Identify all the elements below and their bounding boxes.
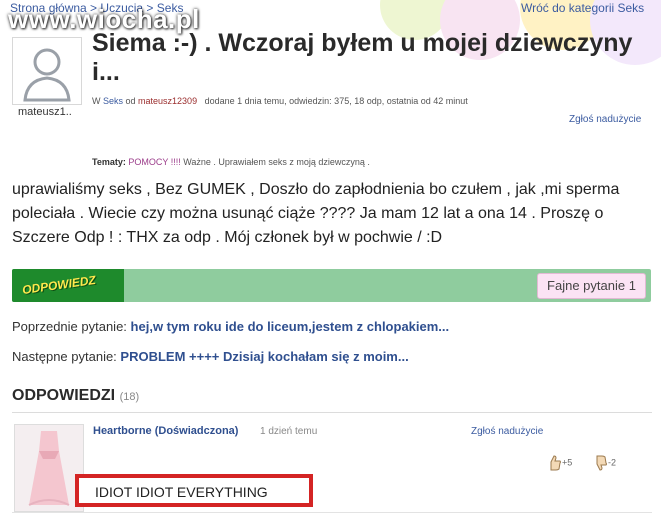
answers-heading: ODPOWIEDZI (18): [12, 387, 139, 405]
meta-in-prefix: W: [92, 96, 103, 106]
answer-time: 1 dzień temu: [260, 426, 318, 437]
votes-down-count: -2: [608, 457, 617, 468]
votes-up-count: +5: [562, 457, 573, 468]
answers-heading-label: ODPOWIEDZI: [12, 387, 116, 404]
vote-down-button[interactable]: -2: [594, 455, 616, 471]
answer-button[interactable]: ODPOWIEDZ: [12, 269, 124, 302]
divider: [12, 412, 652, 413]
answers-count: (18): [119, 391, 140, 403]
meta-by-prefix: od: [123, 96, 139, 106]
previous-question-link[interactable]: hej,w tym roku ide do liceum,jestem z ch…: [131, 319, 450, 334]
dress-photo-icon: [15, 425, 83, 511]
thumbs-up-icon: [550, 455, 561, 471]
topics-line: Tematy: POMOCY !!!! Ważne . Uprawiałem s…: [92, 157, 370, 167]
topic-text[interactable]: Ważne . Uprawiałem seks z moją dziewczyn…: [181, 157, 370, 167]
answer-text: IDIOT IDIOT EVERYTHING: [95, 484, 268, 500]
topics-label: Tematy:: [92, 157, 126, 167]
answer-author-link[interactable]: Heartborne (Doświadczona): [93, 425, 238, 437]
question-body: uprawialiśmy seks , Bez GUMEK , Doszło d…: [12, 181, 620, 246]
topic-link-pomocy[interactable]: POMOCY !!!!: [128, 157, 180, 167]
report-answer-link[interactable]: Zgłoś nadużycie: [471, 426, 543, 437]
thumbs-down-icon: [596, 455, 607, 471]
meta-user-link[interactable]: mateusz12309: [138, 96, 197, 106]
meta-stats: dodane 1 dnia temu, odwiedzin: 375, 18 o…: [204, 96, 468, 106]
answer-author-avatar[interactable]: [14, 424, 84, 512]
previous-question-row: Poprzednie pytanie: hej,w tym roku ide d…: [12, 319, 449, 334]
next-question-link[interactable]: PROBLEM ++++ Dzisiaj kochałam się z moim…: [120, 349, 408, 364]
meta-category-link[interactable]: Seks: [103, 96, 123, 106]
vote-up-button[interactable]: +5: [548, 455, 572, 471]
next-question-row: Następne pytanie: PROBLEM ++++ Dzisiaj k…: [12, 349, 409, 364]
next-question-label: Następne pytanie:: [12, 349, 117, 364]
highlighted-answer-box: IDIOT IDIOT EVERYTHING: [75, 474, 313, 507]
avatar[interactable]: [12, 37, 82, 105]
report-question-link[interactable]: Zgłoś nadużycie: [569, 114, 641, 125]
question-meta: W Seks od mateusz12309 dodane 1 dnia tem…: [92, 96, 468, 106]
author-username[interactable]: mateusz1..: [18, 106, 72, 118]
question-title: Siema :-) . Wczoraj byłem u mojej dziewc…: [92, 29, 633, 86]
user-silhouette-icon: [23, 48, 71, 102]
nice-question-button[interactable]: Fajne pytanie 1: [537, 273, 646, 299]
divider: [12, 512, 652, 513]
answer-button-label: ODPOWIEDZ: [21, 272, 97, 298]
back-to-category-link[interactable]: Wróć do kategorii Seks: [521, 1, 644, 15]
previous-question-label: Poprzednie pytanie:: [12, 319, 127, 334]
